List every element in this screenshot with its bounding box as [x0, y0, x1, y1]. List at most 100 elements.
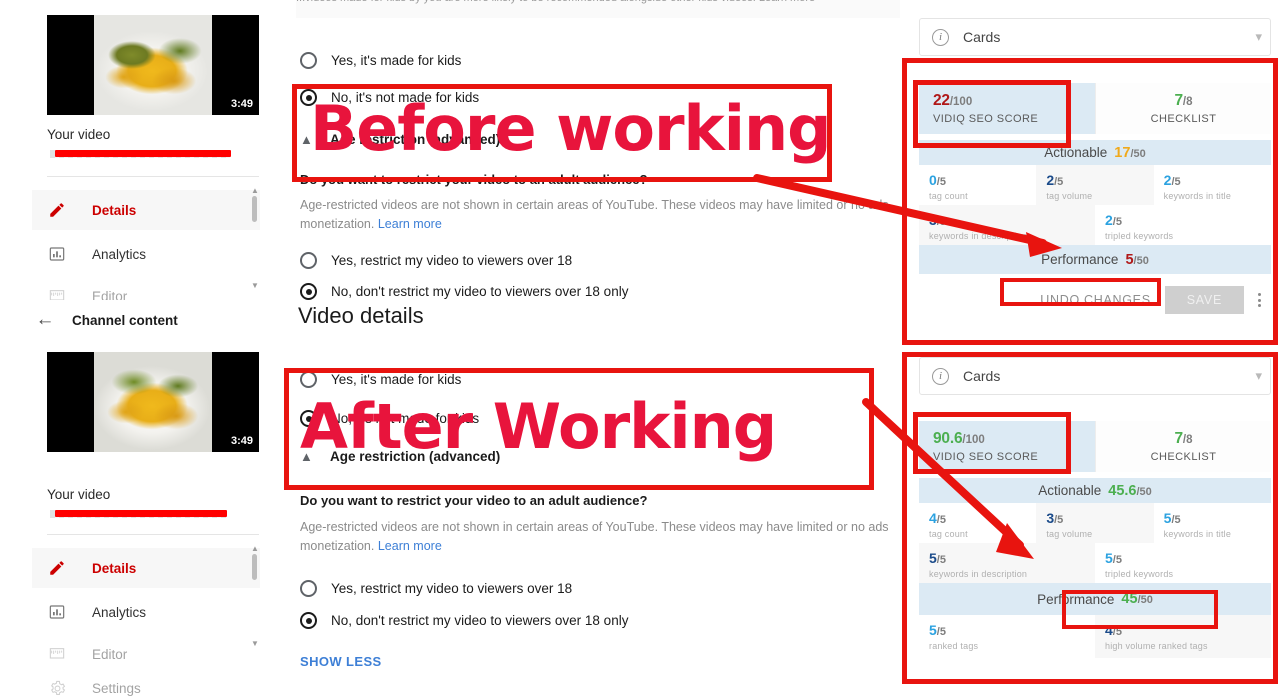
screenshot-root: 3:49 Your video Details Analytics Editor… — [0, 0, 1279, 699]
metric-value: 3 — [929, 212, 937, 228]
radio-made-for-kids-no-after[interactable]: No, it's not made for kids — [300, 410, 479, 427]
radio-made-for-kids-yes-after[interactable]: Yes, it's made for kids — [300, 371, 461, 388]
checklist-number: 7 — [1174, 430, 1183, 447]
metric-keywords-in-title[interactable]: 2/5 keywords in title — [1153, 165, 1271, 208]
vidiq-seo-score-card[interactable]: 22/100 VIDIQ SEO SCORE — [919, 83, 1095, 134]
chevron-icon[interactable]: ▾ — [1255, 29, 1262, 45]
metrics-row-c-after: 5/5 ranked tags 4/5 high volume ranked t… — [919, 615, 1271, 658]
metric-value: 4 — [1105, 622, 1113, 638]
main-content: ...videos made for kids by you are more … — [272, 0, 908, 699]
channel-content-back[interactable]: ← Channel content — [30, 300, 270, 340]
more-vertical-icon[interactable] — [1258, 293, 1261, 307]
radio-label: Yes, it's made for kids — [331, 53, 462, 68]
radio-restrict-18-no[interactable]: No, don't restrict my video to viewers o… — [300, 283, 628, 300]
metrics-row-a-before: 0/5 tag count 2/5 tag volume 2/5 keyword… — [919, 165, 1271, 208]
cards-section-header[interactable]: i Cards ▾ — [919, 18, 1271, 56]
metric-tag-volume[interactable]: 3/5 tag volume — [1036, 503, 1154, 546]
vidiq-seo-score-card-after[interactable]: 90.6/100 VIDIQ SEO SCORE — [919, 421, 1095, 472]
sidebar-item-analytics[interactable]: Analytics — [32, 234, 260, 274]
seo-score-number: 90.6 — [933, 430, 963, 447]
your-video-label: Your video — [47, 127, 111, 142]
learn-more-link[interactable]: Learn more — [378, 217, 442, 231]
sidebar-item-details[interactable]: Details — [32, 190, 260, 230]
performance-band-after: Performance 45/50 — [919, 583, 1271, 615]
metric-tripled-keywords[interactable]: 2/5 tripled keywords — [1095, 205, 1271, 248]
radio-restrict-18-no-after[interactable]: No, don't restrict my video to viewers o… — [300, 612, 628, 629]
age-restriction-toggle-after[interactable]: ▲ Age restriction (advanced) — [300, 449, 500, 464]
checklist-card-after[interactable]: 7/8 CHECKLIST — [1095, 421, 1271, 472]
sidebar-item-details[interactable]: Details — [32, 548, 260, 588]
show-less-button[interactable]: SHOW LESS — [300, 654, 382, 669]
actionable-label: Actionable — [1044, 145, 1108, 160]
undo-changes-button[interactable]: UNDO CHANGES — [1040, 293, 1151, 307]
sidebar-divider — [47, 534, 259, 535]
metric-denominator: /5 — [1171, 514, 1181, 526]
metric-value: 4 — [929, 510, 937, 526]
age-restriction-label: Age restriction (advanced) — [330, 449, 501, 464]
radio-label: No, don't restrict my video to viewers o… — [331, 613, 629, 628]
checklist-number: 7 — [1174, 92, 1183, 109]
metric-keywords-in-description[interactable]: 5/5 keywords in description — [919, 543, 1095, 586]
cards-section-header-after[interactable]: i Cards ▾ — [919, 357, 1271, 395]
actionable-band-before: Actionable 17/50 — [919, 140, 1271, 165]
scroll-up-caret-icon[interactable]: ▲ — [251, 544, 259, 553]
metric-tripled-keywords[interactable]: 5/5 tripled keywords — [1095, 543, 1271, 586]
scroll-up-caret-icon[interactable]: ▲ — [251, 186, 259, 195]
metric-denominator: /5 — [1112, 216, 1122, 228]
radio-circle-selected-icon — [300, 612, 317, 629]
metric-denominator: /5 — [936, 626, 946, 638]
metric-keywords-in-title[interactable]: 5/5 keywords in title — [1153, 503, 1271, 546]
pencil-icon — [44, 559, 70, 577]
metric-denominator: /5 — [936, 514, 946, 526]
radio-label: Yes, it's made for kids — [331, 372, 462, 387]
learn-more-link[interactable]: Learn more — [378, 539, 442, 553]
sidebar-item-analytics[interactable]: Analytics — [32, 592, 260, 632]
video-thumbnail[interactable]: 3:49 — [47, 15, 259, 115]
performance-label: Performance — [1037, 591, 1115, 607]
performance-denominator: /50 — [1133, 254, 1149, 267]
metric-denominator: /5 — [936, 216, 946, 228]
sidebar-scrollbar-thumb[interactable] — [252, 196, 257, 222]
studio-panel-after: 3:49 Your video Details Analytics Editor… — [0, 340, 272, 699]
seo-score-caption: VIDIQ SEO SCORE — [933, 113, 1039, 125]
chevron-up-icon: ▲ — [300, 132, 313, 147]
metric-caption: high volume ranked tags — [1105, 641, 1208, 651]
scissors-icon — [44, 647, 70, 661]
metric-caption: keywords in description — [929, 569, 1028, 579]
save-button[interactable]: SAVE — [1164, 286, 1244, 314]
checklist-denominator: /8 — [1182, 96, 1193, 108]
metric-tag-count[interactable]: 0/5 tag count — [919, 165, 1037, 208]
metric-caption: tag count — [929, 529, 968, 539]
metric-high-volume-ranked-tags[interactable]: 4/5 high volume ranked tags — [1095, 615, 1271, 658]
sidebar-divider — [47, 176, 259, 177]
checklist-card[interactable]: 7/8 CHECKLIST — [1095, 83, 1271, 134]
sidebar-item-settings[interactable]: Settings — [32, 668, 260, 699]
checklist-caption: CHECKLIST — [1150, 451, 1217, 463]
sidebar-item-label: Details — [92, 560, 137, 576]
metric-value: 5 — [929, 622, 937, 638]
radio-restrict-18-yes-after[interactable]: Yes, restrict my video to viewers over 1… — [300, 580, 572, 597]
metric-tag-count[interactable]: 4/5 tag count — [919, 503, 1037, 546]
video-thumbnail[interactable]: 3:49 — [47, 352, 259, 452]
metric-keywords-in-description[interactable]: 3/5 keywords in description — [919, 205, 1095, 248]
radio-circle-icon — [300, 580, 317, 597]
sidebar-item-label: Editor — [92, 646, 128, 662]
scroll-down-caret-icon[interactable]: ▼ — [251, 281, 259, 290]
sidebar-scrollbar-thumb[interactable] — [252, 554, 257, 580]
actionable-number: 45.6 — [1108, 482, 1137, 499]
score-row-after: 90.6/100 VIDIQ SEO SCORE 7/8 CHECKLIST — [919, 421, 1271, 472]
metric-tag-volume[interactable]: 2/5 tag volume — [1036, 165, 1154, 208]
radio-restrict-18-yes[interactable]: Yes, restrict my video to viewers over 1… — [300, 252, 572, 269]
chevron-icon[interactable]: ▾ — [1255, 368, 1262, 384]
score-row-before: 22/100 VIDIQ SEO SCORE 7/8 CHECKLIST — [919, 83, 1271, 134]
scroll-down-caret-icon[interactable]: ▼ — [251, 639, 259, 648]
metric-ranked-tags[interactable]: 5/5 ranked tags — [919, 615, 1095, 658]
metric-value: 2 — [1105, 212, 1113, 228]
info-icon: i — [932, 28, 949, 46]
radio-made-for-kids-yes[interactable]: Yes, it's made for kids — [300, 52, 461, 69]
sidebar-item-label: Analytics — [92, 246, 147, 262]
metric-caption: keywords in description — [929, 231, 1028, 241]
channel-content-label: Channel content — [72, 312, 178, 328]
radio-made-for-kids-no[interactable]: No, it's not made for kids — [300, 89, 479, 106]
age-restriction-toggle[interactable]: ▲ Age restriction (advanced) — [300, 132, 500, 147]
